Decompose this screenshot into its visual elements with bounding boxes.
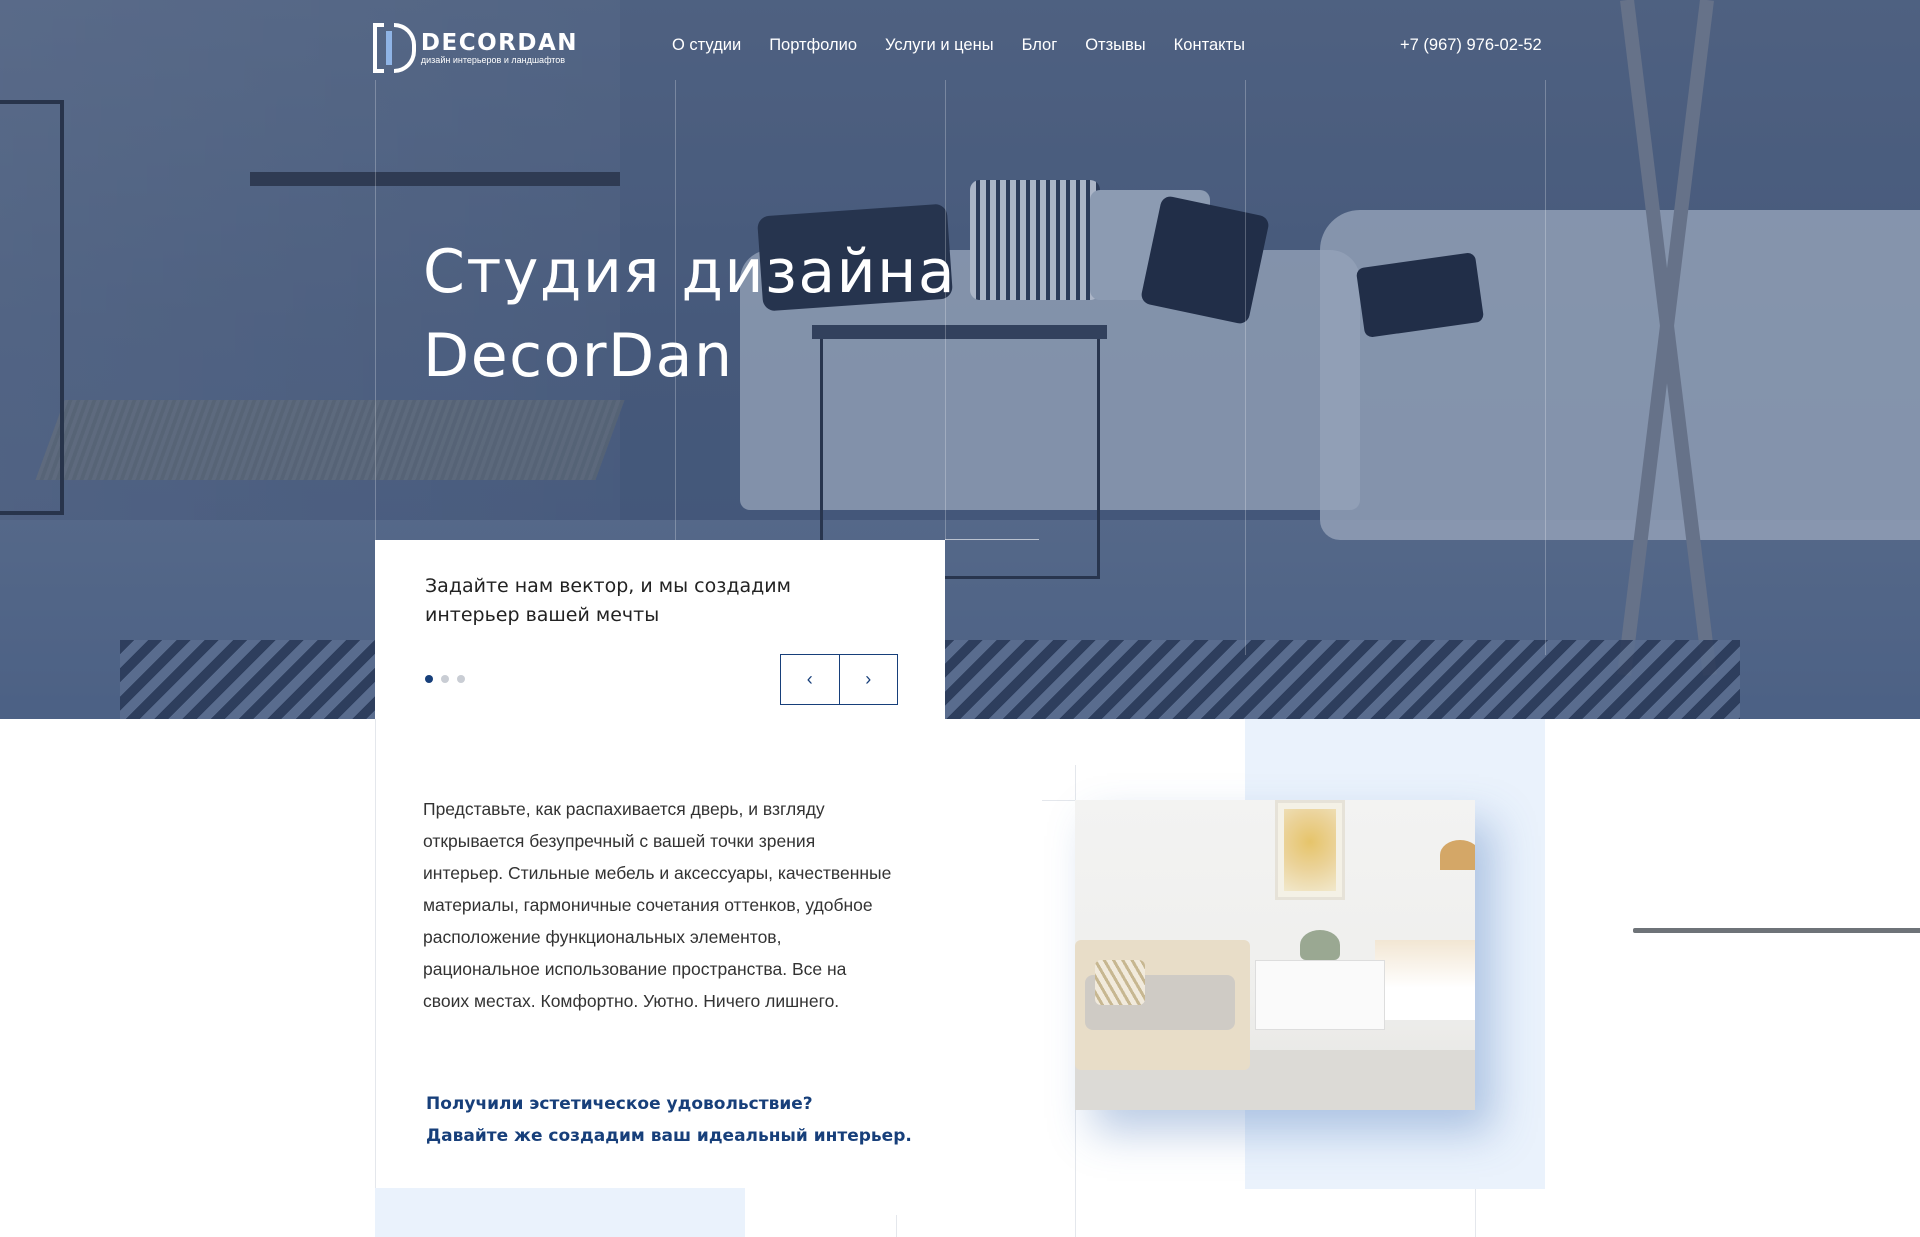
slider-text: Задайте нам вектор, и мы создадим интерь…: [425, 572, 845, 630]
hero-title: Студия дизайна DecorDan: [423, 230, 1123, 398]
slider-prev-button[interactable]: ‹: [781, 655, 839, 704]
nav-item-blog[interactable]: Блог: [1022, 36, 1058, 55]
photo-pillow: [1095, 960, 1145, 1005]
hero-title-line: Студия дизайна: [423, 237, 957, 307]
grid-line: [1545, 80, 1546, 655]
slider-dot-2[interactable]: [441, 675, 449, 683]
slider-text-line: интерьер вашей мечты: [425, 604, 660, 626]
chevron-left-icon: ‹: [806, 669, 813, 689]
cta-line: Получили эстетическое удовольствие?: [426, 1094, 813, 1114]
interior-photo: [1075, 800, 1475, 1110]
grid-line: [375, 719, 376, 1237]
nav-item-about[interactable]: О студии: [672, 36, 741, 55]
grid-line: [1245, 80, 1246, 655]
slider-dot-3[interactable]: [457, 675, 465, 683]
photo-lamp: [1440, 840, 1475, 870]
grid-line: [375, 80, 376, 540]
slider-card: Задайте нам вектор, и мы создадим интерь…: [375, 540, 945, 720]
grid-line: [896, 1215, 897, 1237]
cta-line: Давайте же создадим ваш идеальный интерь…: [426, 1126, 912, 1146]
nav-item-contacts[interactable]: Контакты: [1174, 36, 1245, 55]
decor-block: [375, 1188, 745, 1237]
slider-next-button[interactable]: ›: [838, 655, 898, 704]
nav-item-reviews[interactable]: Отзывы: [1085, 36, 1145, 55]
logo-name: DECORDAN: [420, 29, 578, 56]
slider-dots: [425, 675, 465, 683]
photo-dining: [1375, 940, 1475, 1020]
about-cta: Получили эстетическое удовольствие? Дава…: [426, 1088, 912, 1152]
nav-item-services[interactable]: Услуги и цены: [885, 36, 994, 55]
about-paragraph: Представьте, как распахивается дверь, и …: [423, 799, 892, 1011]
slider-arrows: ‹ ›: [780, 654, 898, 705]
logo-icon: [373, 23, 417, 73]
logo-tagline: дизайн интерьеров и ландшафтов: [420, 54, 566, 65]
phone-number[interactable]: +7 (967) 976-02-52: [1400, 36, 1542, 55]
photo-plant: [1300, 930, 1340, 960]
photo-wall-art: [1275, 800, 1345, 900]
chevron-right-icon: ›: [865, 669, 872, 689]
slider-dot-1[interactable]: [425, 675, 433, 683]
main-nav: О студии Портфолио Услуги и цены Блог От…: [672, 36, 1245, 55]
logo[interactable]: DECORDAN дизайн интерьеров и ландшафтов: [373, 22, 578, 74]
divider: [945, 539, 1039, 540]
progress-line: [1633, 928, 1920, 933]
photo-cabinet: [1255, 960, 1385, 1030]
nav-item-portfolio[interactable]: Портфолио: [769, 36, 857, 55]
slider-text-line: Задайте нам вектор, и мы создадим: [425, 575, 791, 597]
hero-title-line: DecorDan: [423, 321, 734, 391]
